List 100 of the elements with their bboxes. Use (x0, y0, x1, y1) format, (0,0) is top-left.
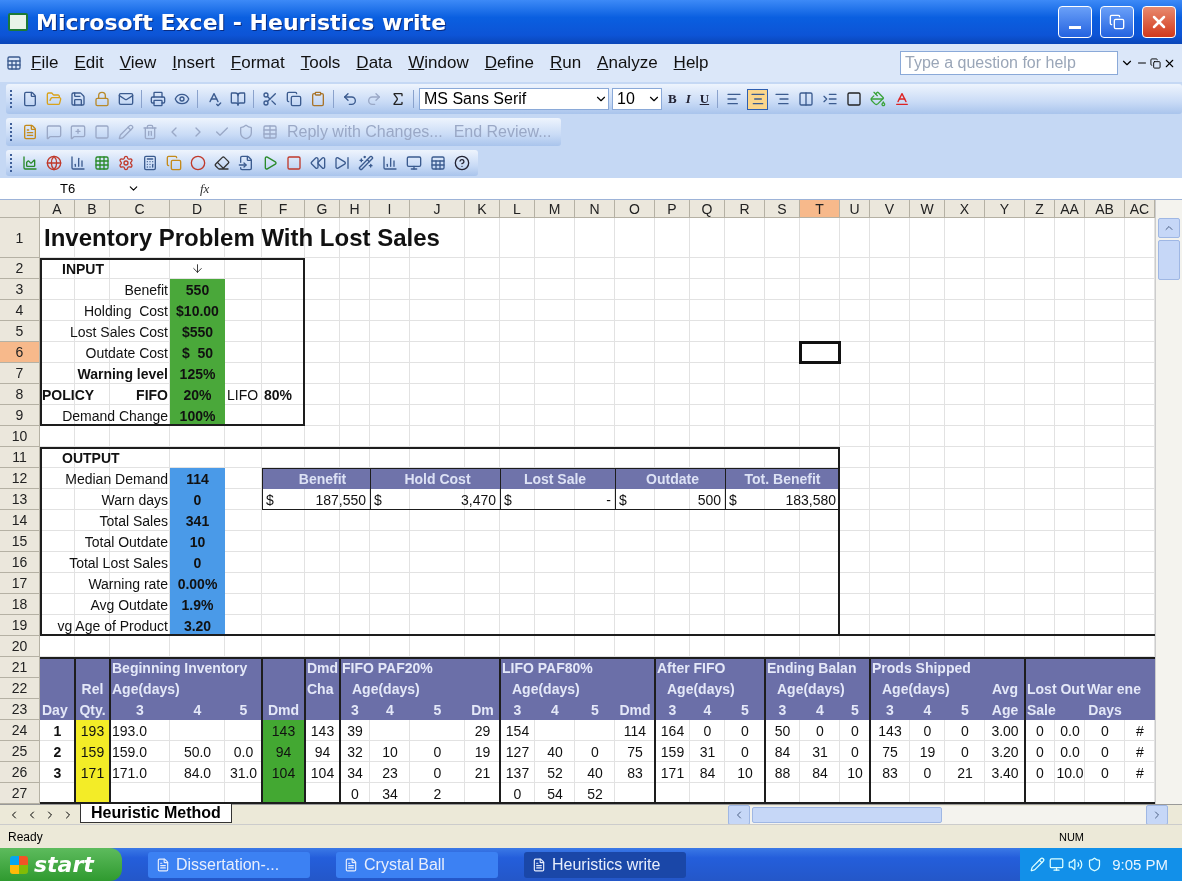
menu-item[interactable]: Window (401, 51, 476, 75)
column-header[interactable]: N (575, 200, 615, 218)
table-cell: 94 (262, 741, 305, 762)
column-header[interactable]: J (410, 200, 465, 218)
column-header[interactable]: S (765, 200, 800, 218)
scroll-thumb[interactable] (752, 806, 942, 823)
font-size-field[interactable]: 10 (612, 88, 662, 110)
row-header[interactable]: 16 (0, 552, 40, 573)
menu-item[interactable]: Tools (293, 51, 348, 75)
sheet-tab[interactable]: Heuristic Method (80, 804, 232, 823)
row-header[interactable]: 17 (0, 573, 40, 594)
row-header[interactable]: 21 (0, 657, 40, 678)
column-header[interactable]: A (40, 200, 75, 218)
row-header[interactable]: 26 (0, 762, 40, 783)
column-header[interactable]: AA (1055, 200, 1085, 218)
row-header[interactable]: 6 (0, 342, 40, 363)
taskbar-button[interactable]: Heuristics write (524, 851, 686, 878)
row-header[interactable]: 12 (0, 468, 40, 489)
column-header[interactable]: I (370, 200, 410, 218)
row-header[interactable]: 4 (0, 300, 40, 321)
row-header[interactable]: 25 (0, 741, 40, 762)
row-header[interactable]: 7 (0, 363, 40, 384)
help-field[interactable]: Type a question for help (900, 51, 1118, 75)
column-header[interactable]: K (465, 200, 500, 218)
table-cell: 0 (1101, 722, 1109, 739)
row-header[interactable]: 3 (0, 279, 40, 300)
column-header[interactable]: X (945, 200, 985, 218)
column-header[interactable]: T (800, 200, 840, 218)
row-header[interactable]: 24 (0, 720, 40, 741)
menu-item[interactable]: Run (542, 51, 589, 75)
row-header[interactable]: 27 (0, 783, 40, 804)
minimize-button[interactable] (1058, 6, 1092, 38)
row-header[interactable]: 11 (0, 447, 40, 468)
column-header[interactable]: V (870, 200, 910, 218)
column-header[interactable]: AB (1085, 200, 1125, 218)
menu-item[interactable]: Data (349, 51, 400, 75)
field-label: Total Outdate (84, 533, 168, 550)
monitor-icon[interactable] (1049, 857, 1065, 872)
row-header[interactable]: 13 (0, 489, 40, 510)
table-cell: 183,580 (785, 491, 836, 508)
column-header[interactable]: R (725, 200, 765, 218)
row-header[interactable]: 14 (0, 510, 40, 531)
row-header[interactable]: 23 (0, 699, 40, 720)
restore-button[interactable] (1100, 6, 1134, 38)
scroll-thumb[interactable] (1158, 240, 1180, 280)
font-field[interactable]: MS Sans Serif (419, 88, 609, 110)
menu-item[interactable]: Analyze (590, 51, 665, 75)
column-header[interactable]: U (840, 200, 870, 218)
table-cell: 23 (382, 764, 398, 781)
column-header[interactable]: P (655, 200, 690, 218)
column-header[interactable]: C (110, 200, 170, 218)
name-box[interactable]: T6 (0, 178, 140, 199)
column-header[interactable]: W (910, 200, 945, 218)
restore-icon[interactable] (1150, 57, 1161, 69)
row-header[interactable]: 20 (0, 636, 40, 657)
menu-item[interactable]: Format (223, 51, 292, 75)
menu-item[interactable]: Help (666, 51, 716, 75)
format-button[interactable]: I (682, 91, 694, 107)
column-header[interactable]: M (535, 200, 575, 218)
column-header[interactable]: E (225, 200, 262, 218)
row-header[interactable]: 5 (0, 321, 40, 342)
table-cell: 10 (847, 764, 863, 781)
column-header[interactable]: F (262, 200, 305, 218)
num-lock-indicator: NUM (1058, 830, 1084, 843)
row-header[interactable]: 9 (0, 405, 40, 426)
row-header[interactable]: 10 (0, 426, 40, 447)
shield-icon[interactable] (1087, 857, 1103, 872)
row-header[interactable]: 15 (0, 531, 40, 552)
menu-item[interactable]: File (24, 51, 66, 75)
column-header: 4 (816, 701, 824, 718)
menu-item[interactable]: Edit (67, 51, 111, 75)
column-header[interactable]: AC (1125, 200, 1155, 218)
row-header[interactable]: 2 (0, 258, 40, 279)
align-center-icon[interactable] (747, 88, 769, 110)
table-cell: 0 (1101, 764, 1109, 781)
table-cell: 31.0 (229, 764, 258, 781)
row-header[interactable]: 18 (0, 594, 40, 615)
column-header[interactable]: D (170, 200, 225, 218)
row-header[interactable]: 19 (0, 615, 40, 636)
row-header[interactable]: 8 (0, 384, 40, 405)
column-header[interactable]: G (305, 200, 340, 218)
row-header[interactable]: 22 (0, 678, 40, 699)
row-header[interactable]: 1 (0, 218, 40, 258)
column-header[interactable]: Q (690, 200, 725, 218)
speaker-icon[interactable] (1068, 857, 1084, 872)
menu-item[interactable]: View (112, 51, 164, 75)
column-header[interactable]: H (340, 200, 370, 218)
menu-item[interactable]: Insert (165, 51, 222, 75)
column-header[interactable]: B (75, 200, 110, 218)
format-button[interactable]: U (696, 91, 713, 107)
column-header[interactable]: Y (985, 200, 1025, 218)
table-cell: 1 (53, 722, 62, 739)
column-header[interactable]: L (500, 200, 535, 218)
column-header[interactable]: O (615, 200, 655, 218)
column-header: Dmd (267, 701, 300, 718)
menu-item[interactable]: Define (477, 51, 541, 75)
column-header[interactable]: Z (1025, 200, 1055, 218)
pen-icon[interactable] (1030, 857, 1046, 872)
format-button[interactable]: B (665, 91, 680, 107)
close-button[interactable] (1142, 6, 1176, 38)
